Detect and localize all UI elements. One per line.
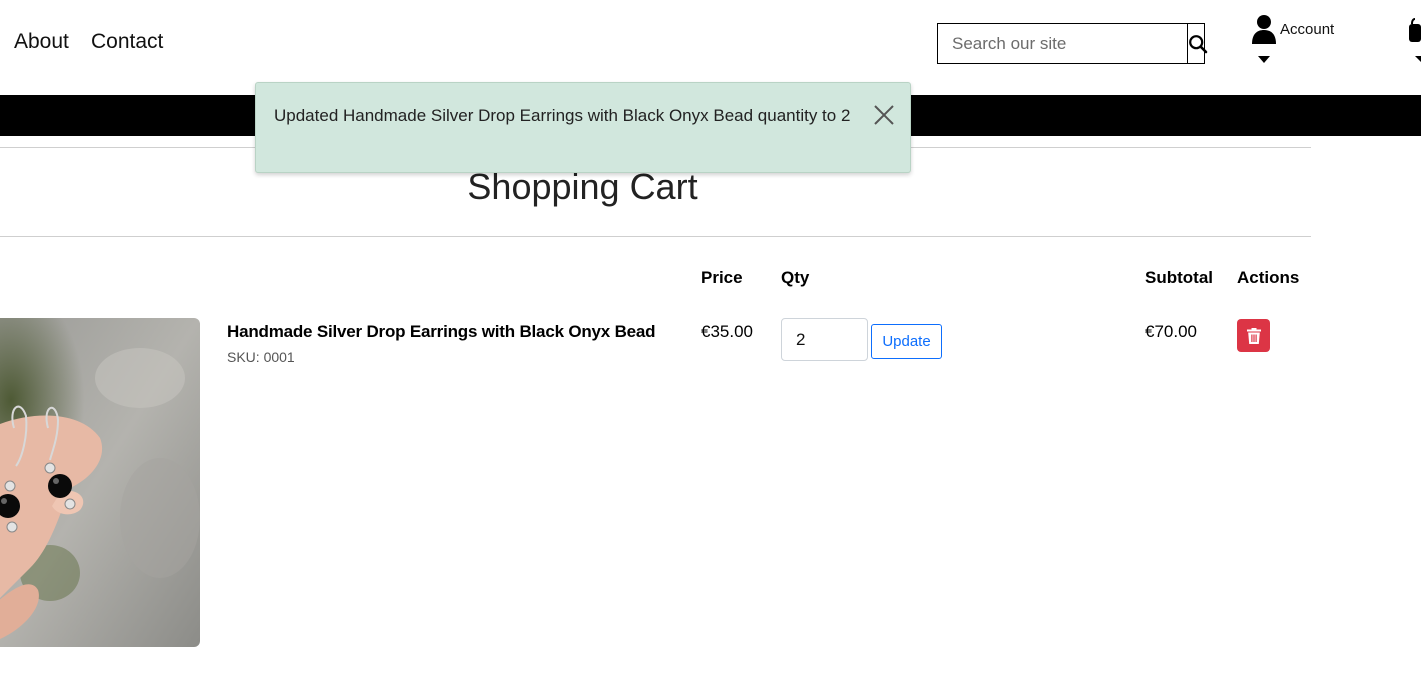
column-header-qty: Qty	[781, 268, 810, 287]
column-header-subtotal: Subtotal	[1145, 268, 1213, 287]
trash-icon	[1246, 327, 1261, 344]
divider	[0, 236, 1311, 237]
account-label: Account	[1280, 21, 1335, 38]
toast-notification: Updated Handmade Silver Drop Earrings wi…	[255, 82, 911, 173]
product-subtotal: €70.00	[1145, 322, 1197, 341]
toast-close-button[interactable]	[872, 103, 896, 127]
search-input[interactable]	[938, 24, 1187, 63]
product-image	[0, 318, 200, 647]
column-header-price: Price	[701, 268, 743, 287]
caret-down-icon	[1258, 56, 1270, 63]
search-icon	[1189, 34, 1208, 53]
toast-message: Updated Handmade Silver Drop Earrings wi…	[274, 106, 851, 125]
update-button[interactable]: Update	[871, 324, 942, 359]
search-form	[937, 23, 1208, 64]
user-icon	[1252, 15, 1276, 44]
search-button[interactable]	[1187, 24, 1208, 63]
close-icon	[874, 105, 894, 125]
product-name: Handmade Silver Drop Earrings with Black…	[227, 322, 656, 341]
nav-link-contact[interactable]: Contact	[91, 30, 163, 54]
account-menu[interactable]: Account	[1250, 12, 1350, 72]
caret-down-icon	[1415, 56, 1421, 62]
quantity-input[interactable]	[781, 318, 868, 361]
page: About Contact Account Shopping Cart Pric…	[0, 0, 1421, 682]
column-header-actions: Actions	[1237, 268, 1300, 287]
nav-link-about[interactable]: About	[14, 30, 69, 54]
product-price: €35.00	[701, 322, 753, 341]
remove-item-button[interactable]	[1237, 319, 1270, 352]
shopping-bag-icon[interactable]	[1409, 16, 1421, 42]
product-sku: SKU: 0001	[227, 349, 295, 365]
